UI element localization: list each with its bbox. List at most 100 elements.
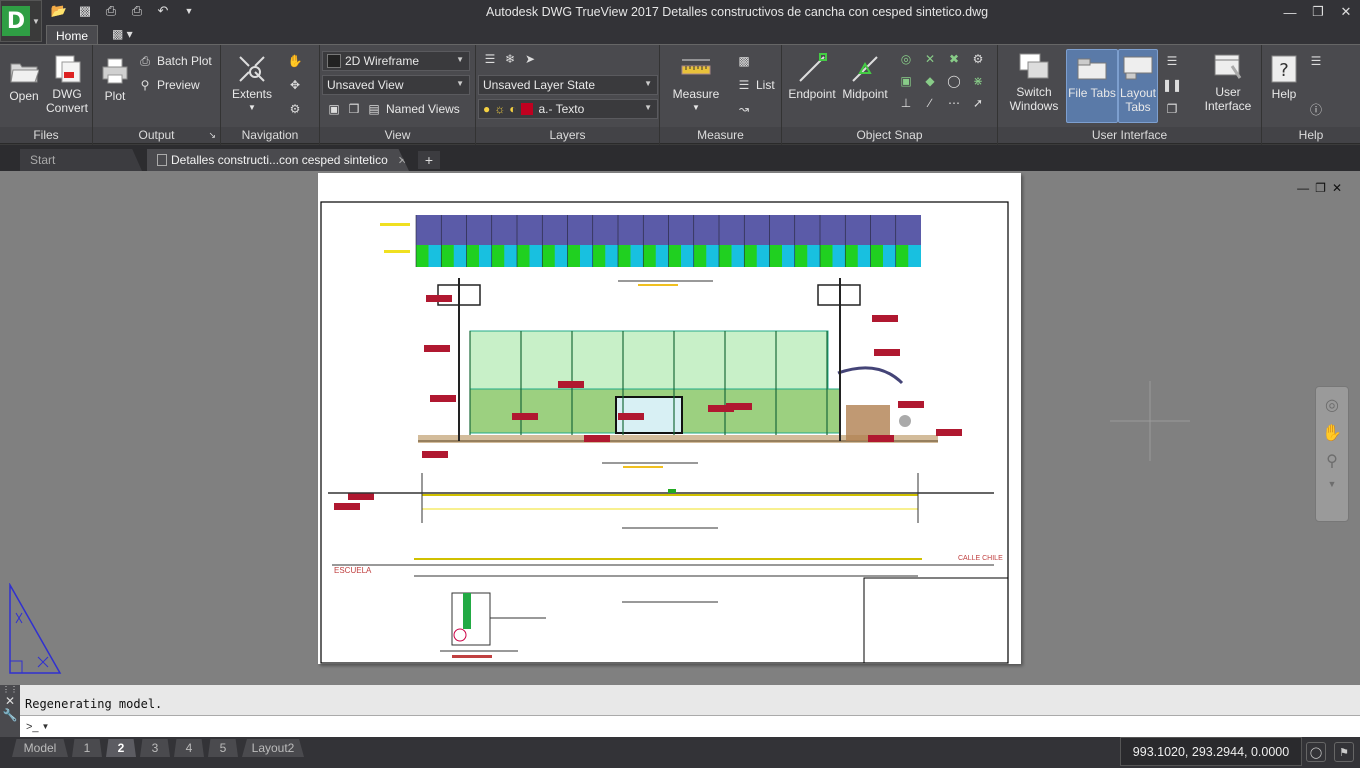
viewport-minimize-icon[interactable]: — bbox=[1297, 181, 1309, 195]
layer-match-icon[interactable]: ➤ bbox=[522, 51, 538, 67]
layout-tabs-button[interactable]: Layout Tabs bbox=[1118, 49, 1158, 123]
command-line-grip[interactable]: ⋮⋮ ✕ 🔧 bbox=[0, 685, 20, 737]
close-icon[interactable]: ✕ bbox=[1332, 0, 1360, 24]
help-options-icon[interactable]: ☰ bbox=[1308, 53, 1324, 69]
print-icon[interactable]: ⎙ bbox=[102, 3, 120, 19]
user-interface-button[interactable]: User Interface bbox=[1198, 51, 1258, 113]
apparent-intersection-icon[interactable]: ✖ bbox=[946, 51, 962, 67]
quadrant-snap-icon[interactable]: ◆ bbox=[922, 73, 938, 89]
viewport-restore-icon[interactable]: ❐ bbox=[1315, 181, 1326, 195]
layout-tab-1[interactable]: 1 bbox=[72, 739, 102, 757]
switch-windows-button[interactable]: Switch Windows bbox=[1006, 51, 1062, 113]
batch-plot-icon: ⎙ bbox=[140, 53, 150, 68]
command-input[interactable]: >_ ▼ bbox=[20, 715, 1360, 737]
save-icon[interactable]: ▩ bbox=[76, 3, 94, 19]
extents-button[interactable]: Extents ▼ bbox=[229, 53, 275, 115]
extension-snap-icon[interactable]: ⋯ bbox=[946, 95, 962, 111]
cascade-icon[interactable]: ❐ bbox=[1164, 101, 1180, 117]
snap-mode-icon[interactable]: ➚ bbox=[970, 95, 986, 111]
tangent-snap-icon[interactable]: ◯ bbox=[946, 73, 962, 89]
tile-horizontal-icon[interactable]: ☰ bbox=[1164, 53, 1180, 69]
list-button[interactable]: ☰ List bbox=[736, 77, 775, 93]
minimize-icon[interactable]: — bbox=[1276, 0, 1304, 24]
layer-freeze-icon[interactable]: ❄ bbox=[502, 51, 518, 67]
ribbon-display-toggle[interactable]: ▩ ▾ bbox=[112, 27, 133, 41]
chevron-down-icon[interactable]: ▼ bbox=[1316, 479, 1348, 489]
open-button[interactable]: Open bbox=[4, 55, 44, 103]
midpoint-icon bbox=[849, 53, 881, 85]
pan-hand-icon[interactable]: ✋ bbox=[287, 53, 303, 69]
intersection-snap-icon[interactable]: ✕ bbox=[922, 51, 938, 67]
batch-plot-button[interactable]: ⎙ Batch Plot bbox=[137, 53, 212, 69]
zoom-icon[interactable]: ⚲ bbox=[1316, 451, 1348, 471]
wrench-icon[interactable]: 🔧 bbox=[0, 708, 20, 722]
annotation-scale-icon[interactable]: ⚑ bbox=[1334, 742, 1354, 762]
file-tab-start[interactable]: Start bbox=[20, 149, 142, 171]
named-views-button[interactable]: Named Views bbox=[386, 102, 460, 116]
layout-tab-5[interactable]: 5 bbox=[208, 739, 238, 757]
help-button[interactable]: ? Help bbox=[1266, 53, 1302, 101]
parallel-snap-icon[interactable]: ∕ bbox=[922, 95, 938, 111]
tab-home[interactable]: Home bbox=[46, 25, 98, 45]
ruler-icon bbox=[680, 53, 712, 85]
undo-icon[interactable]: ↶ bbox=[154, 3, 172, 19]
file-tabs-button[interactable]: File Tabs bbox=[1066, 49, 1118, 123]
steering-wheel-icon[interactable]: ◎ bbox=[1316, 395, 1348, 415]
measure-button[interactable]: Measure ▼ bbox=[668, 53, 724, 115]
viewport-scale-icon[interactable]: ◯ bbox=[1306, 742, 1326, 762]
layout-tab-model[interactable]: Model bbox=[12, 739, 68, 757]
viewport-controls: — ❐ ✕ bbox=[1297, 181, 1342, 195]
panel-label-layers: Layers bbox=[476, 127, 659, 143]
named-views-icon[interactable]: ▤ bbox=[366, 101, 382, 117]
id-point-icon[interactable]: ▩ bbox=[736, 53, 752, 69]
qat-dropdown-icon[interactable]: ▼ bbox=[180, 3, 198, 19]
midpoint-snap-button[interactable]: Midpoint bbox=[838, 53, 892, 101]
dwg-convert-icon bbox=[51, 53, 83, 85]
new-tab-button[interactable]: + bbox=[418, 151, 440, 169]
coordinates-readout[interactable]: 993.1020, 293.2944, 0.0000 bbox=[1120, 737, 1302, 766]
endpoint-snap-button[interactable]: Endpoint bbox=[786, 53, 838, 101]
restore-icon[interactable]: ❐ bbox=[1304, 0, 1332, 24]
view-cube-icon[interactable]: ▣ bbox=[326, 101, 342, 117]
dwg-convert-button[interactable]: DWG Convert bbox=[44, 53, 90, 115]
dialog-launcher-icon[interactable]: ↘ bbox=[208, 127, 216, 143]
sun-icon: ☼ bbox=[494, 102, 506, 116]
application-menu-button[interactable]: D ▼ bbox=[0, 0, 42, 42]
nearest-snap-icon[interactable]: ⋇ bbox=[970, 73, 986, 89]
file-tab-document[interactable]: Detalles constructi...con cesped sinteti… bbox=[147, 149, 409, 171]
layer-properties-icon[interactable]: ☰ bbox=[482, 51, 498, 67]
layer-state-select[interactable]: Unsaved Layer State ▼ bbox=[478, 75, 658, 95]
info-icon[interactable]: ⓘ bbox=[1308, 101, 1324, 117]
chevron-down-icon[interactable]: ▼ bbox=[42, 722, 50, 731]
named-view-select[interactable]: Unsaved View ▼ bbox=[322, 75, 470, 95]
snap-settings-icon[interactable]: ⚙ bbox=[970, 51, 986, 67]
plot-button[interactable]: Plot bbox=[97, 55, 133, 103]
close-tab-icon[interactable]: ✕ bbox=[398, 154, 407, 167]
batch-print-icon[interactable]: ⎙ bbox=[128, 3, 146, 19]
tile-vertical-icon[interactable]: ❚❚ bbox=[1162, 77, 1182, 93]
perpendicular-snap-icon[interactable]: ⊥ bbox=[898, 95, 914, 111]
annotation-tag bbox=[334, 503, 360, 510]
current-layer-select[interactable]: ● ☼ ◐ a.- Texto ▼ bbox=[478, 99, 658, 119]
orbit-icon[interactable]: ✥ bbox=[287, 77, 303, 93]
drawing-area[interactable]: ESCUELA CALLE CHILE — ❐ ✕ ◎ ✋ ⚲ ▼ bbox=[0, 171, 1360, 685]
steering-wheel-icon[interactable]: ⚙ bbox=[287, 101, 303, 117]
box-icon[interactable]: ❒ bbox=[346, 101, 362, 117]
preview-button[interactable]: ⚲ Preview bbox=[137, 77, 200, 93]
panel-files: Open DWG Convert Files bbox=[0, 45, 93, 145]
locate-point-icon[interactable]: ↝ bbox=[736, 101, 752, 117]
pan-hand-icon[interactable]: ✋ bbox=[1316, 423, 1348, 443]
roof-cell bbox=[744, 245, 757, 267]
close-icon[interactable]: ✕ bbox=[0, 694, 20, 708]
visual-style-select[interactable]: 2D Wireframe ▼ bbox=[322, 51, 470, 71]
center-snap-icon[interactable]: ◎ bbox=[898, 51, 914, 67]
open-folder-icon[interactable]: 📂 bbox=[50, 3, 68, 19]
layout-tab-4[interactable]: 4 bbox=[174, 739, 204, 757]
node-snap-icon[interactable]: ▣ bbox=[898, 73, 914, 89]
viewport-close-icon[interactable]: ✕ bbox=[1332, 181, 1342, 195]
layout-tab-3[interactable]: 3 bbox=[140, 739, 170, 757]
layout-tab-2[interactable]: 2 bbox=[106, 739, 136, 757]
layout-tab-layout2[interactable]: Layout2 bbox=[242, 739, 304, 757]
drawing-label-escuela: ESCUELA bbox=[334, 566, 372, 575]
annotation-tag bbox=[424, 345, 450, 352]
